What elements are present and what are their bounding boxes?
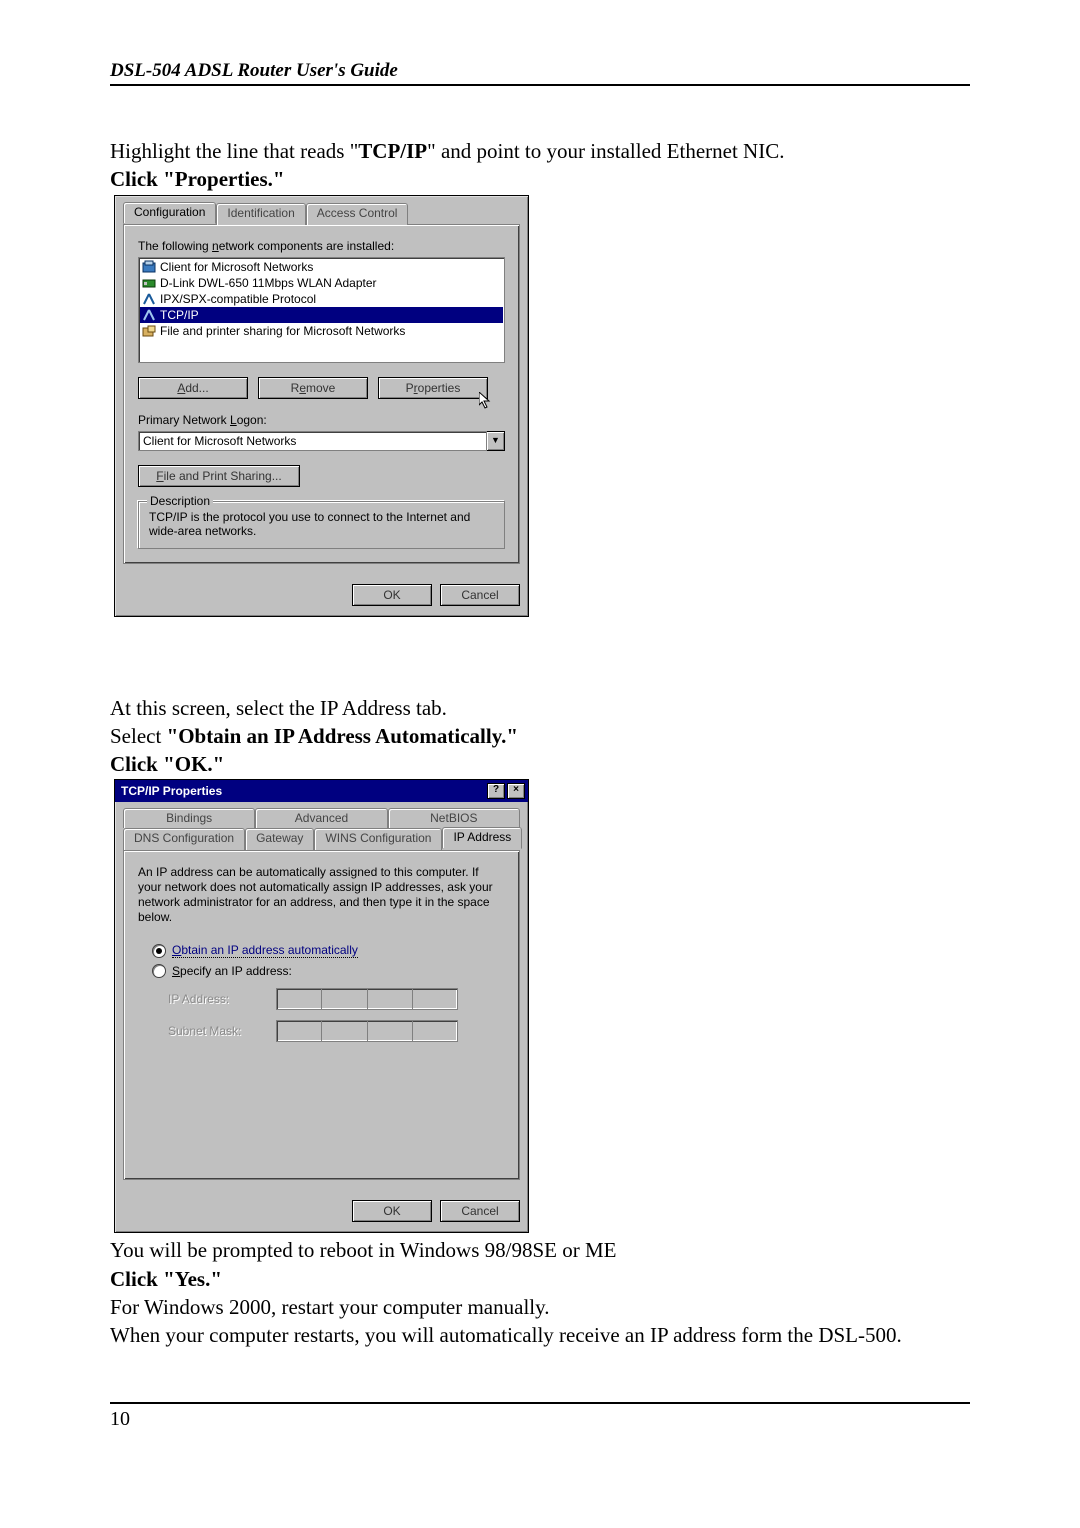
dialog-title: TCP/IP Properties (121, 784, 222, 798)
nic-icon (142, 276, 156, 290)
instruction-out-1: You will be prompted to reboot in Window… (110, 1237, 970, 1263)
titlebar: TCP/IP Properties ? × (115, 780, 528, 802)
ok-button[interactable]: OK (352, 1200, 432, 1222)
add-button[interactable]: Add... (138, 377, 248, 399)
running-header: DSL-504 ADSL Router User's Guide (110, 60, 970, 86)
installed-label: The following network components are ins… (138, 239, 505, 253)
instruction-line-2: Click "Properties." (110, 166, 970, 192)
primary-logon-label: Primary Network Logon: (138, 413, 505, 427)
tab-gateway[interactable]: Gateway (245, 828, 314, 850)
instruction-mid-2: Select Select "Obtain an IP Address Auto… (110, 723, 970, 749)
cancel-button[interactable]: Cancel (440, 584, 520, 606)
page-footer: 10 (110, 1402, 970, 1431)
instruction-line-1: Highlight the line that reads "TCP/IP" a… (110, 138, 970, 164)
tcpip-properties-dialog: TCP/IP Properties ? × Bindings Advanced … (114, 779, 529, 1233)
radio-dot-icon (152, 944, 166, 958)
list-item[interactable]: IPX/SPX-compatible Protocol (140, 291, 503, 307)
properties-button[interactable]: Properties (378, 377, 488, 399)
tab-identification[interactable]: Identification (216, 203, 305, 225)
instruction-mid-3: Click "OK." (110, 751, 970, 777)
help-button[interactable]: ? (487, 783, 505, 799)
tab-bindings[interactable]: Bindings (123, 808, 255, 828)
cancel-button[interactable]: Cancel (440, 1200, 520, 1222)
list-item[interactable]: File and printer sharing for Microsoft N… (140, 323, 503, 339)
instruction-out-4: When your computer restarts, you will au… (110, 1322, 970, 1348)
subnet-mask-label: Subnet Mask: (168, 1024, 258, 1038)
list-item[interactable]: Client for Microsoft Networks (140, 259, 503, 275)
subnet-mask-field (276, 1020, 458, 1042)
protocol-icon (142, 292, 156, 306)
ok-button[interactable]: OK (352, 584, 432, 606)
service-icon (142, 324, 156, 338)
ip-address-label: IP Address: (168, 992, 258, 1006)
components-list[interactable]: Client for Microsoft Networks D-Link DWL… (138, 257, 505, 363)
description-group: Description TCP/IP is the protocol you u… (138, 501, 505, 549)
tab-dns[interactable]: DNS Configuration (123, 828, 245, 850)
client-icon (142, 260, 156, 274)
description-text: TCP/IP is the protocol you use to connec… (149, 510, 494, 538)
ip-address-field (276, 988, 458, 1010)
radio-specify[interactable]: Specify an IP address: (152, 964, 505, 978)
tab-netbios[interactable]: NetBIOS (388, 808, 520, 828)
instruction-out-3: For Windows 2000, restart your computer … (110, 1294, 970, 1320)
tab-advanced[interactable]: Advanced (255, 808, 387, 828)
remove-button[interactable]: Remove (258, 377, 368, 399)
list-item-selected[interactable]: TCP/IP (140, 307, 503, 323)
cursor-icon (479, 392, 493, 410)
chevron-down-icon[interactable]: ▼ (487, 431, 505, 451)
network-dialog: Configuration Identification Access Cont… (114, 195, 529, 617)
close-button[interactable]: × (507, 783, 525, 799)
radio-obtain-auto[interactable]: Obtain an IP address automatically (152, 943, 505, 958)
list-item[interactable]: D-Link DWL-650 11Mbps WLAN Adapter (140, 275, 503, 291)
page-number: 10 (110, 1408, 130, 1430)
instruction-mid-1: At this screen, select the IP Address ta… (110, 695, 970, 721)
radio-dot-icon (152, 964, 166, 978)
protocol-icon (142, 308, 156, 322)
tab-access-control[interactable]: Access Control (306, 203, 409, 225)
tab-wins[interactable]: WINS Configuration (314, 828, 442, 850)
tab-ip-address[interactable]: IP Address (442, 827, 522, 849)
primary-logon-combo[interactable]: Client for Microsoft Networks ▼ (138, 431, 505, 451)
network-tabs: Configuration Identification Access Cont… (123, 203, 520, 225)
file-print-sharing-button[interactable]: File and Print Sharing... (138, 465, 300, 487)
ip-desc-text: An IP address can be automatically assig… (138, 865, 505, 925)
tab-configuration[interactable]: Configuration (123, 202, 216, 224)
instruction-out-2: Click "Yes." (110, 1266, 970, 1292)
